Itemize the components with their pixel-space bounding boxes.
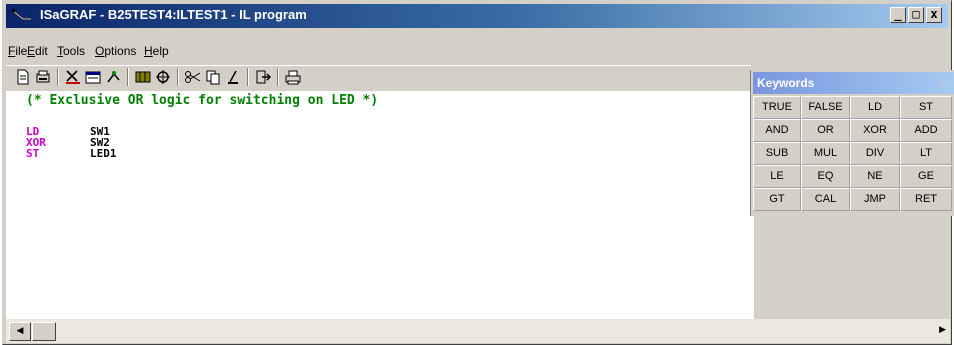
keyword-button[interactable]: DIV	[850, 142, 900, 165]
tools-icon[interactable]	[104, 68, 122, 86]
keyword-button[interactable]: RET	[900, 188, 952, 211]
link-icon[interactable]	[154, 68, 172, 86]
maximize-button[interactable]: □	[908, 7, 924, 23]
keyword-button[interactable]: TRUE	[753, 96, 801, 119]
scroll-left-icon[interactable]: ◀	[9, 322, 31, 341]
keywords-grid: TRUE FALSE LD ST AND OR XOR ADD SUB MUL …	[753, 96, 954, 212]
menu-edit[interactable]: Edit	[27, 44, 48, 58]
scissors-icon[interactable]	[184, 68, 202, 86]
keyword-button[interactable]: OR	[801, 119, 850, 142]
exit-icon[interactable]	[254, 68, 272, 86]
close-button[interactable]: x	[926, 7, 942, 23]
scroll-thumb[interactable]	[32, 322, 56, 341]
new-icon[interactable]	[14, 68, 32, 86]
menu-options[interactable]: Options	[95, 44, 136, 58]
keyword-button[interactable]: XOR	[850, 119, 900, 142]
instruction-operand: LED1	[90, 147, 117, 160]
keywords-panel: Keywords × TRUE FALSE LD ST AND OR XOR A…	[750, 70, 954, 216]
keyword-button[interactable]: FALSE	[801, 96, 850, 119]
keywords-panel-title: Keywords	[757, 76, 815, 90]
title-bar[interactable]: ISaGRAF - B25TEST4:ILTEST1 - IL program …	[6, 4, 948, 28]
toolbar-separator	[57, 68, 59, 86]
close-icon[interactable]: ×	[939, 75, 947, 90]
code-line: ST LED1	[26, 148, 117, 159]
horizontal-scrollbar[interactable]: ◀ ▶	[6, 319, 950, 343]
grid-icon[interactable]	[134, 68, 152, 86]
menu-tools[interactable]: Tools	[57, 44, 85, 58]
menu-bar: File Edit Tools Options Help	[6, 41, 948, 61]
menu-help[interactable]: Help	[144, 44, 169, 58]
toolbar-separator	[277, 68, 279, 86]
copy-icon[interactable]	[204, 68, 222, 86]
toolbar-separator	[177, 68, 179, 86]
keyword-button[interactable]: ADD	[900, 119, 952, 142]
toolbar	[6, 65, 751, 90]
keyword-button[interactable]: LT	[900, 142, 952, 165]
keyword-button[interactable]: ST	[900, 96, 952, 119]
il-code-editor[interactable]: (* Exclusive OR logic for switching on L…	[6, 91, 754, 319]
keyword-button[interactable]: MUL	[801, 142, 850, 165]
code-comment: (* Exclusive OR logic for switching on L…	[26, 93, 379, 108]
keyword-button[interactable]: LE	[753, 165, 801, 188]
keyword-button[interactable]: NE	[850, 165, 900, 188]
isagraf-app-icon	[12, 9, 31, 21]
keyword-button[interactable]: AND	[753, 119, 801, 142]
keyword-button[interactable]: LD	[850, 96, 900, 119]
print-preview-icon[interactable]	[34, 68, 52, 86]
keyword-button[interactable]: GE	[900, 165, 952, 188]
instruction-keyword: ST	[26, 147, 40, 160]
print-icon[interactable]	[284, 68, 302, 86]
menu-file[interactable]: File	[8, 44, 27, 58]
brush-icon[interactable]	[224, 68, 242, 86]
minimize-button[interactable]: _	[890, 7, 906, 23]
toolbar-separator	[247, 68, 249, 86]
keyword-button[interactable]: SUB	[753, 142, 801, 165]
keyword-button[interactable]: CAL	[801, 188, 850, 211]
toolbar-separator	[127, 68, 129, 86]
keyword-button[interactable]: EQ	[801, 165, 850, 188]
keywords-panel-titlebar[interactable]: Keywords ×	[753, 72, 954, 94]
keyword-button[interactable]: JMP	[850, 188, 900, 211]
cut-variable-icon[interactable]	[64, 68, 82, 86]
window-title: ISaGRAF - B25TEST4:ILTEST1 - IL program	[40, 7, 307, 22]
keyword-button[interactable]: GT	[753, 188, 801, 211]
dictionary-icon[interactable]	[84, 68, 102, 86]
scroll-right-icon[interactable]: ▶	[939, 325, 946, 335]
